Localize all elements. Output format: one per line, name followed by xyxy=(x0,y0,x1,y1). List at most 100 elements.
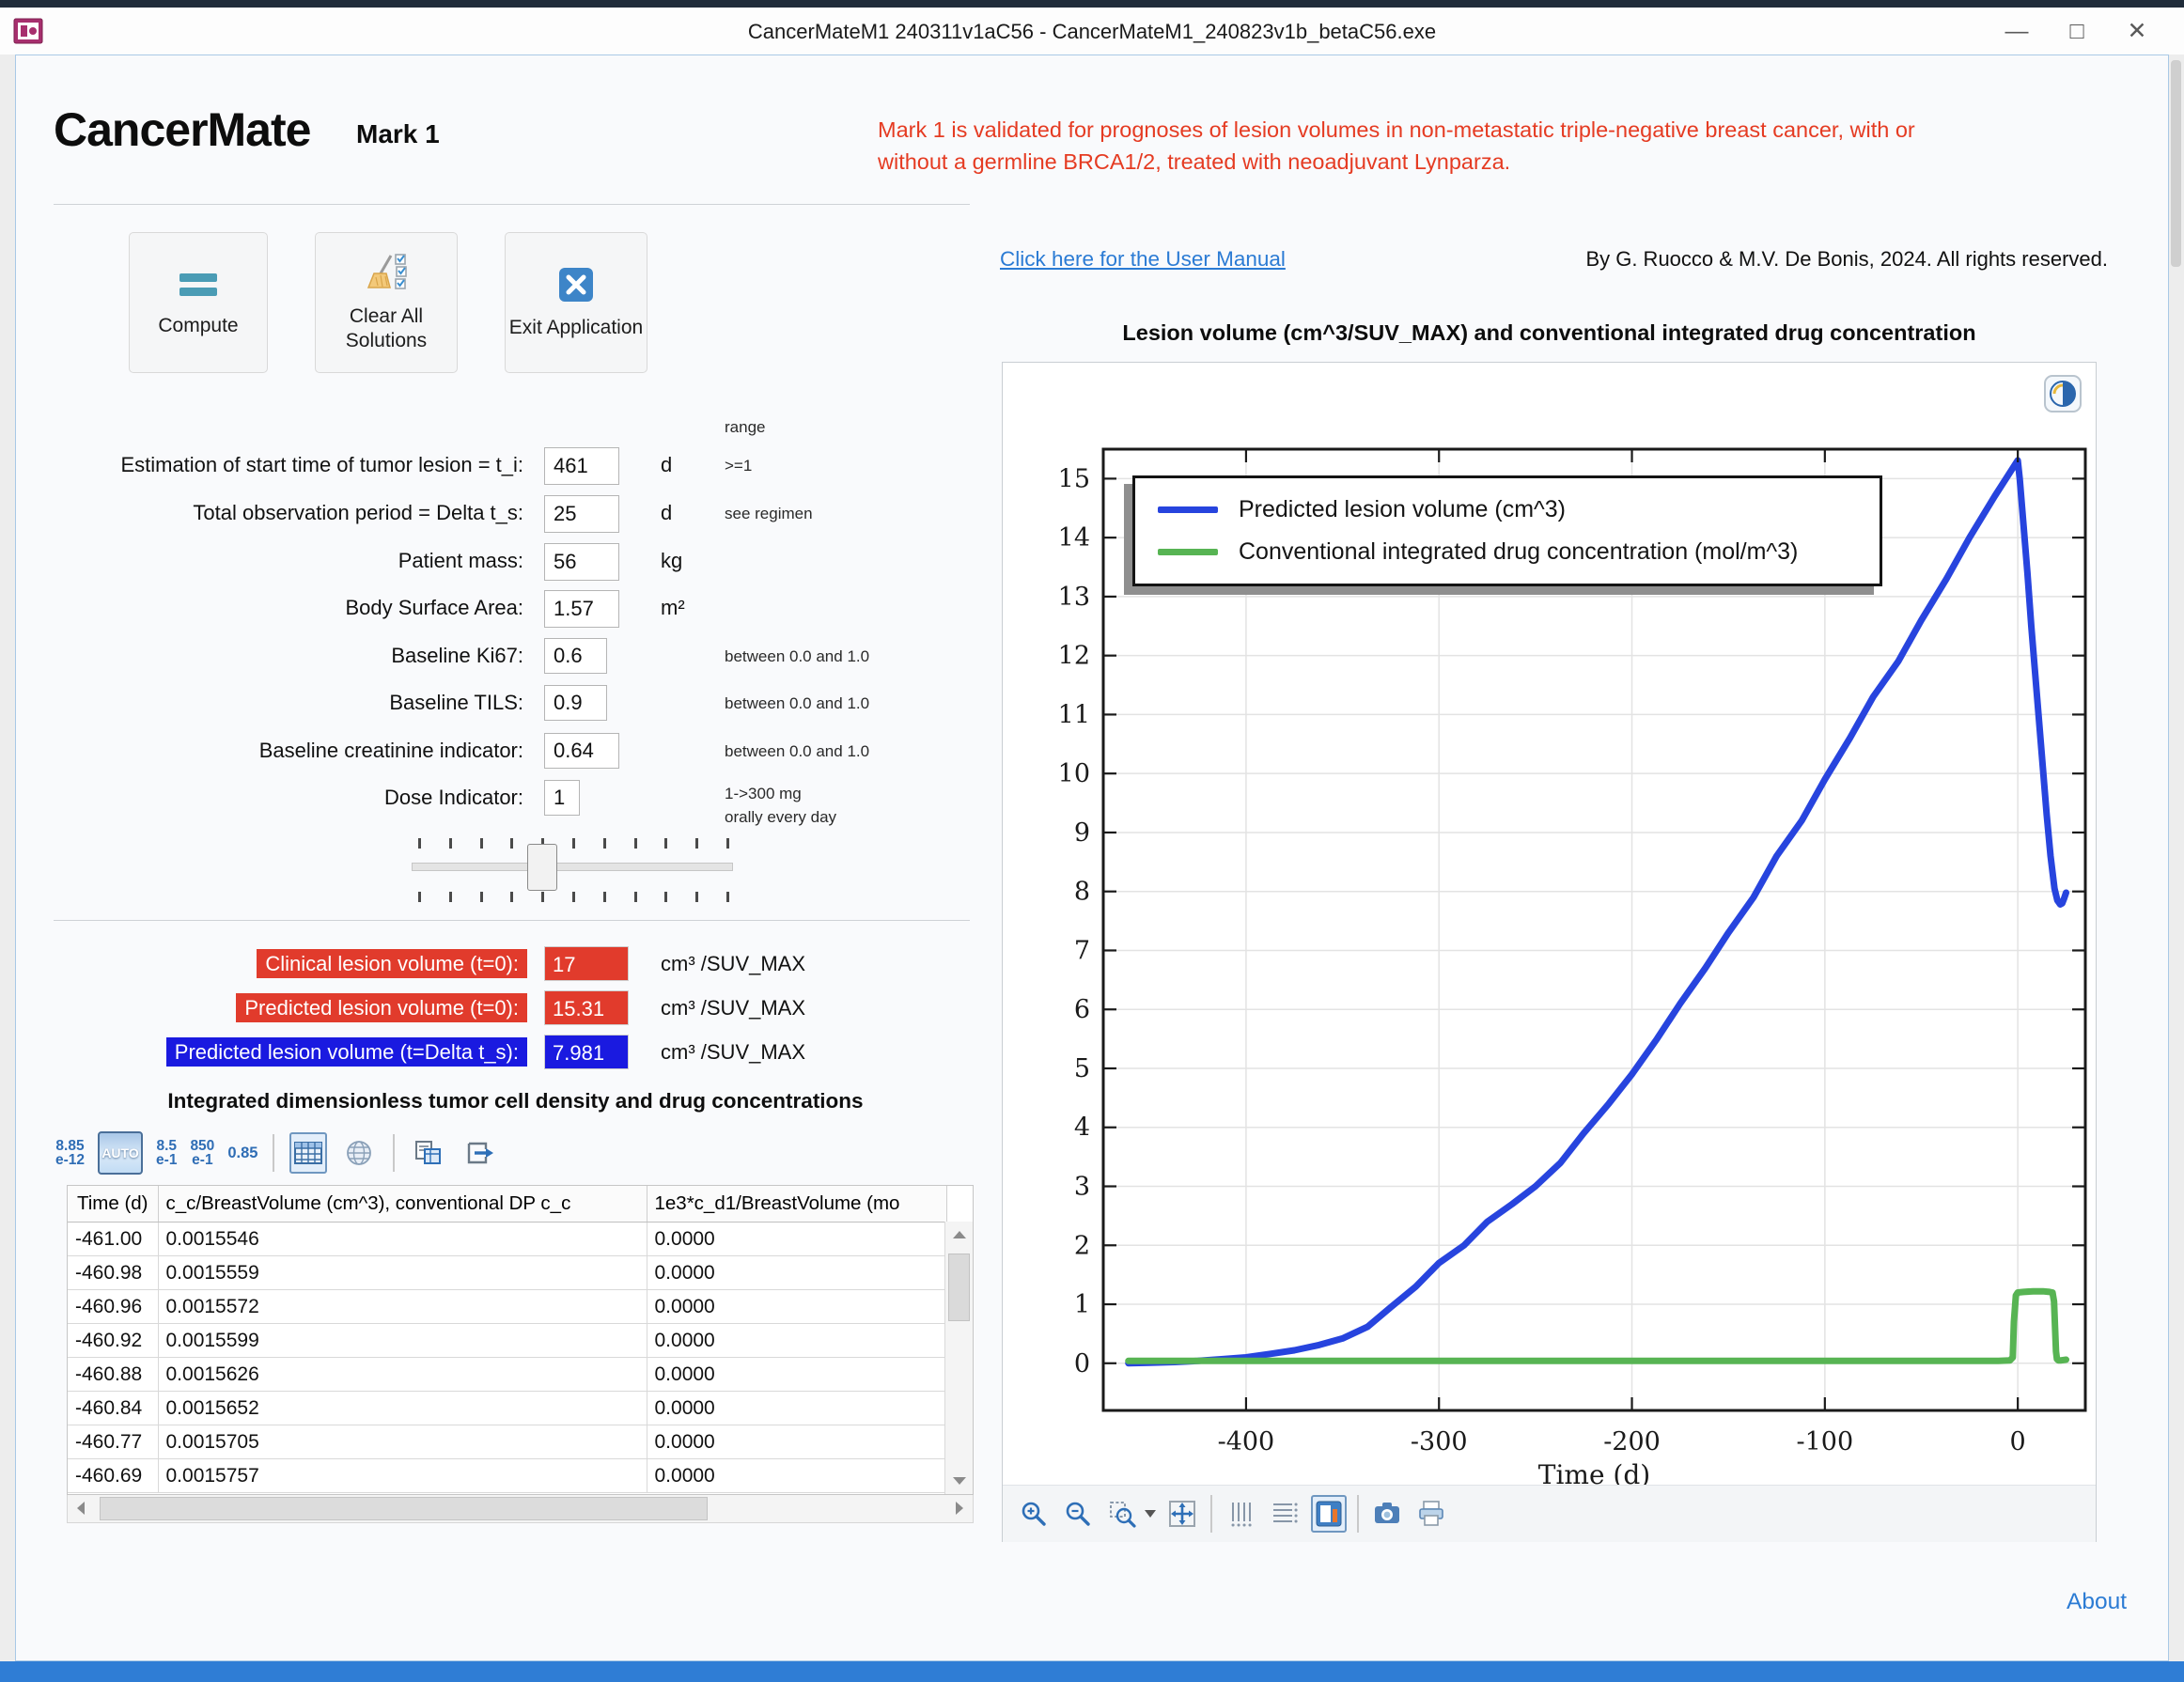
table-cell: 0.0015572 xyxy=(158,1290,647,1324)
left-scrollbar[interactable] xyxy=(0,55,16,1661)
scroll-down-icon[interactable] xyxy=(953,1477,966,1485)
scientific-notation-button[interactable]: 8.5 e-1 xyxy=(156,1139,177,1167)
maximize-icon[interactable]: □ xyxy=(2047,8,2107,55)
y-grid-icon[interactable] xyxy=(1267,1495,1303,1533)
export-table-icon[interactable] xyxy=(460,1132,498,1174)
table-row[interactable]: -460.980.00155590.0000 xyxy=(68,1256,946,1290)
input-range-hint: between 0.0 and 1.0 xyxy=(725,645,988,668)
table-cell: -460.69 xyxy=(68,1459,158,1493)
result-value-field: 15.31 xyxy=(544,990,629,1025)
slider-tick-mark xyxy=(664,892,667,902)
input-field[interactable]: 0.64 xyxy=(544,733,619,769)
user-manual-link[interactable]: Click here for the User Manual xyxy=(1000,247,1286,272)
slider-tick-mark xyxy=(726,892,729,902)
table-vertical-scrollbar[interactable] xyxy=(944,1222,973,1494)
scrollbar-thumb[interactable] xyxy=(100,1497,708,1520)
chart-toolbar xyxy=(1003,1485,2096,1542)
svg-text:2: 2 xyxy=(1074,1231,1090,1260)
table-cell: -460.88 xyxy=(68,1358,158,1392)
app-title: CancerMate xyxy=(54,102,310,157)
table-horizontal-scrollbar[interactable] xyxy=(67,1495,974,1523)
table-cell: 0.0000 xyxy=(647,1290,946,1324)
app-window: CancerMateM1 240311v1aC56 - CancerMateM1… xyxy=(0,0,2184,1682)
slider-handle[interactable] xyxy=(527,844,557,891)
divider xyxy=(54,204,970,205)
input-field[interactable]: 1 xyxy=(544,780,580,816)
table-row[interactable]: -460.840.00156520.0000 xyxy=(68,1392,946,1425)
table-column-header[interactable]: Time (d) xyxy=(68,1186,158,1223)
auto-precision-button[interactable]: AUTO xyxy=(98,1131,143,1175)
slider-tick-mark xyxy=(418,838,421,849)
zoom-out-icon[interactable] xyxy=(1060,1495,1096,1533)
clear-all-solutions-button[interactable]: Clear All Solutions xyxy=(315,232,458,373)
chart-title: Lesion volume (cm^3/SUV_MAX) and convent… xyxy=(1002,320,2097,346)
svg-text:-100: -100 xyxy=(1797,1427,1854,1456)
input-field[interactable]: 56 xyxy=(544,543,619,581)
input-field[interactable]: 25 xyxy=(544,495,619,533)
table-column-header[interactable]: c_c/BreastVolume (cm^3), conventional DP… xyxy=(158,1186,647,1223)
input-field[interactable]: 1.57 xyxy=(544,590,619,628)
scrollbar-thumb[interactable] xyxy=(948,1254,970,1321)
compute-button[interactable]: Compute xyxy=(129,232,268,373)
svg-text:10: 10 xyxy=(1058,759,1090,788)
table-cell: -460.96 xyxy=(68,1290,158,1324)
slider-tick-mark xyxy=(695,838,698,849)
close-icon[interactable]: ✕ xyxy=(2107,8,2167,55)
table-cell: -460.84 xyxy=(68,1392,158,1425)
snapshot-camera-icon[interactable] xyxy=(1369,1495,1405,1533)
table-row[interactable]: -460.960.00155720.0000 xyxy=(68,1290,946,1324)
decimal-notation-button[interactable]: 0.85 xyxy=(227,1145,257,1162)
table-row[interactable]: -460.880.00156260.0000 xyxy=(68,1358,946,1392)
table-row[interactable]: -460.920.00155990.0000 xyxy=(68,1324,946,1358)
table-cell: 0.0000 xyxy=(647,1223,946,1256)
table-view-icon[interactable] xyxy=(289,1132,327,1174)
svg-text:-400: -400 xyxy=(1218,1427,1275,1456)
slider-tick-mark xyxy=(634,838,637,849)
table-cell: 0.0015559 xyxy=(158,1256,647,1290)
dropdown-caret-icon[interactable] xyxy=(1145,1510,1156,1518)
table-cell: 0.0015626 xyxy=(158,1358,647,1392)
zoom-extents-icon[interactable] xyxy=(1164,1495,1200,1533)
legend-line-sample xyxy=(1158,549,1218,555)
validation-note: Mark 1 is validated for prognoses of les… xyxy=(878,114,2142,178)
input-field[interactable]: 0.6 xyxy=(544,638,607,674)
input-unit: d xyxy=(661,501,672,525)
slider-tick-mark xyxy=(572,838,575,849)
slider-tick-mark xyxy=(480,838,483,849)
axis-limits-icon[interactable] xyxy=(1311,1495,1347,1533)
table-row[interactable]: -460.770.00157050.0000 xyxy=(68,1425,946,1459)
slider-tick-mark xyxy=(449,892,452,902)
slider-tick-mark xyxy=(603,838,606,849)
zoom-box-icon[interactable] xyxy=(1104,1495,1140,1533)
input-field[interactable]: 461 xyxy=(544,447,619,485)
scroll-up-icon[interactable] xyxy=(953,1231,966,1238)
table-cell: 0.0015546 xyxy=(158,1223,647,1256)
scrollbar-thumb[interactable] xyxy=(2171,60,2181,267)
right-scrollbar[interactable] xyxy=(2168,55,2184,1661)
chart-panel: -400-300-200-10000123456789101112131415T… xyxy=(1002,362,2097,1542)
copy-table-icon[interactable] xyxy=(410,1132,447,1174)
scroll-left-icon[interactable] xyxy=(77,1502,85,1515)
full-precision-button[interactable]: 8.85 e-12 xyxy=(55,1139,85,1167)
zoom-in-icon[interactable] xyxy=(1016,1495,1052,1533)
print-icon[interactable] xyxy=(1413,1495,1449,1533)
result-label: Clinical lesion volume (t=0): xyxy=(57,946,527,981)
result-value-field[interactable]: 17 xyxy=(544,946,629,981)
blue-x-icon xyxy=(557,266,595,308)
input-field[interactable]: 0.9 xyxy=(544,685,607,721)
x-grid-icon[interactable] xyxy=(1223,1495,1258,1533)
plot-snapshot-icon[interactable] xyxy=(2043,374,2083,413)
exit-application-button[interactable]: Exit Application xyxy=(505,232,647,373)
about-link[interactable]: About xyxy=(2067,1589,2127,1615)
table-row[interactable]: -461.000.00155460.0000 xyxy=(68,1223,946,1256)
slider-track[interactable] xyxy=(412,863,733,871)
minimize-icon[interactable]: — xyxy=(1987,8,2047,55)
engineering-notation-button[interactable]: 850 e-1 xyxy=(190,1139,214,1167)
full-precision-globe-icon[interactable] xyxy=(340,1132,378,1174)
input-label: Patient mass: xyxy=(39,549,523,573)
svg-text:-200: -200 xyxy=(1603,1427,1661,1456)
table-row[interactable]: -460.690.00157570.0000 xyxy=(68,1459,946,1493)
scroll-right-icon[interactable] xyxy=(956,1502,963,1515)
slider-tick-mark xyxy=(634,892,637,902)
table-column-header[interactable]: 1e3*c_d1/BreastVolume (mo xyxy=(647,1186,946,1223)
